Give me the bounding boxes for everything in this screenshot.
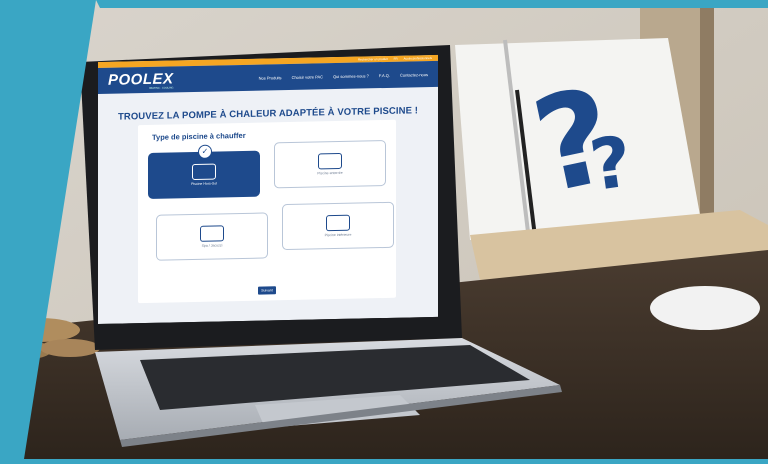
question-mark-icon: ? ? (528, 60, 637, 210)
selector-card: Type de piscine à chauffer ✓ Piscine Hor… (138, 119, 396, 304)
option-interieure[interactable]: Piscine intérieure (282, 201, 394, 251)
indoor-pool-icon (326, 214, 350, 232)
photo-scene: Rechercher un produit FR Accès professio… (0, 0, 768, 459)
nav-contact[interactable]: Contactez-nous (400, 72, 428, 78)
nav-faq[interactable]: F.A.Q. (379, 72, 390, 77)
option-enterree[interactable]: Piscine enterrée (274, 139, 386, 189)
poolex-logo[interactable]: POOLEX HEATING · COOLING (108, 70, 174, 90)
above-ground-pool-icon (192, 163, 216, 181)
pro-access-link[interactable]: Accès professionnels (404, 56, 432, 61)
inground-pool-icon (318, 152, 342, 170)
laptop-screen: Rechercher un produit FR Accès professio… (98, 54, 438, 324)
nav-products[interactable]: Nos Produits (259, 75, 282, 80)
check-icon: ✓ (198, 144, 212, 159)
option-hors-sol[interactable]: ✓ Piscine Hors-Sol (148, 144, 260, 199)
option-spa[interactable]: Spa / Jacuzzi (156, 212, 268, 261)
spa-icon (200, 225, 224, 242)
lang-link[interactable]: FR (394, 57, 398, 61)
next-button[interactable]: Suivant (258, 286, 276, 295)
nav-choose-pac[interactable]: Choisir votre PAC (292, 74, 324, 80)
search-link[interactable]: Rechercher un produit (358, 57, 388, 62)
nav-about[interactable]: Qui sommes-nous ? (333, 73, 369, 79)
mouse (650, 286, 760, 330)
section-title: Type de piscine à chauffer (152, 130, 246, 142)
